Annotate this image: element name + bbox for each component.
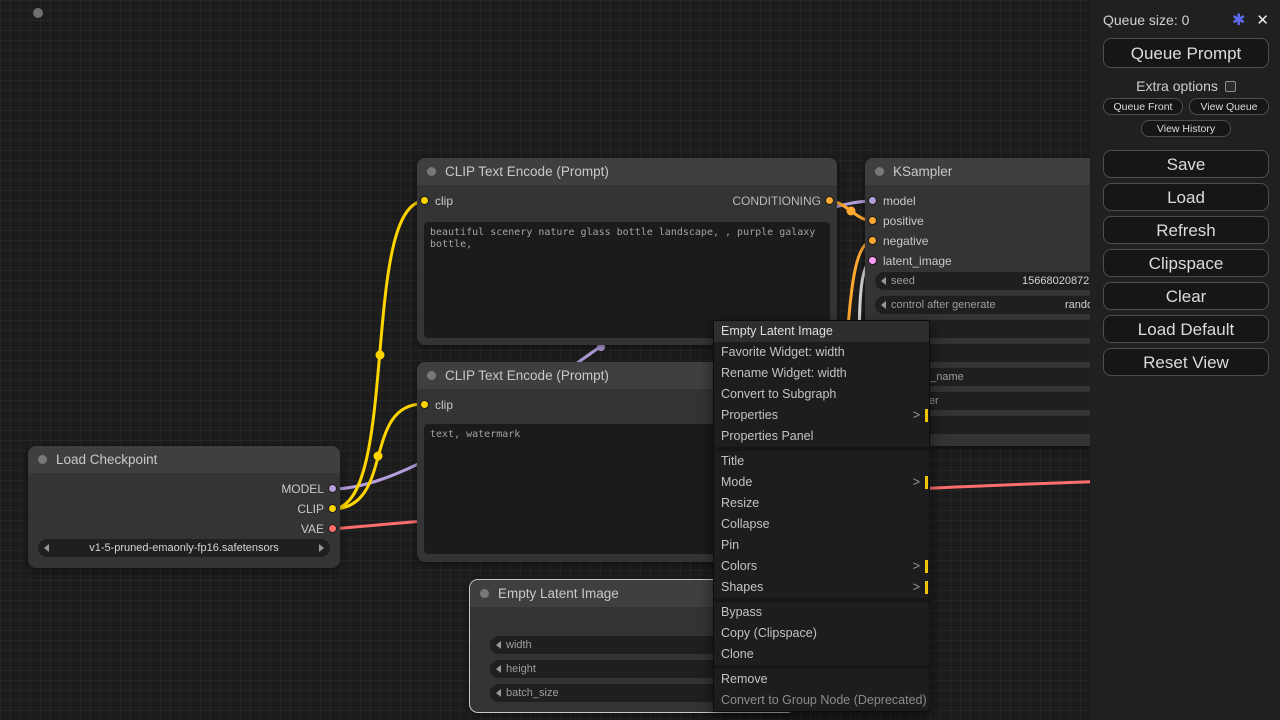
input-port-clip[interactable] bbox=[420, 400, 429, 409]
queue-panel: Queue size: 0 ✱ ✕ Queue Prompt Extra opt… bbox=[1090, 0, 1280, 720]
node-load-checkpoint[interactable]: Load Checkpoint MODEL CLIP VAE v1-5-prun… bbox=[28, 446, 340, 568]
context-menu-item-bypass[interactable]: Bypass bbox=[714, 602, 929, 623]
context-menu-item-properties[interactable]: Properties> bbox=[714, 405, 929, 426]
decrement-icon[interactable] bbox=[496, 641, 501, 649]
collapsed-node-dot[interactable] bbox=[33, 8, 43, 18]
submenu-marker bbox=[925, 581, 928, 594]
context-menu-item-collapse[interactable]: Collapse bbox=[714, 514, 929, 535]
output-label-conditioning: CONDITIONING bbox=[732, 193, 821, 209]
extra-options-label: Extra options bbox=[1136, 78, 1218, 94]
decrement-icon[interactable] bbox=[881, 301, 886, 309]
output-label-model: MODEL bbox=[281, 481, 324, 497]
submenu-arrow-icon: > bbox=[913, 472, 920, 493]
submenu-marker bbox=[925, 476, 928, 489]
node-status-dot bbox=[480, 589, 489, 598]
submenu-arrow-icon: > bbox=[913, 405, 920, 426]
node-context-menu: Empty Latent Image Favorite Widget: widt… bbox=[713, 320, 930, 712]
input-label-model: model bbox=[883, 193, 916, 209]
decrement-icon[interactable] bbox=[881, 277, 886, 285]
extra-options-checkbox[interactable] bbox=[1225, 81, 1236, 92]
input-port-positive[interactable] bbox=[868, 216, 877, 225]
context-menu-item-resize[interactable]: Resize bbox=[714, 493, 929, 514]
link-dot-cond bbox=[847, 207, 856, 216]
decrement-icon[interactable] bbox=[496, 665, 501, 673]
widget-label: height bbox=[506, 663, 536, 675]
output-label-vae: VAE bbox=[301, 521, 324, 537]
close-icon[interactable]: ✕ bbox=[1256, 11, 1269, 29]
view-queue-button[interactable]: View Queue bbox=[1189, 98, 1269, 115]
input-port-model[interactable] bbox=[868, 196, 877, 205]
node-status-dot bbox=[427, 167, 436, 176]
queue-size-label: Queue size: 0 bbox=[1103, 12, 1232, 28]
input-label-negative: negative bbox=[883, 233, 928, 249]
node-title: KSampler bbox=[893, 164, 952, 179]
input-label-latent-image: latent_image bbox=[883, 253, 952, 269]
context-menu-item-pin[interactable]: Pin bbox=[714, 535, 929, 556]
load-default-button[interactable]: Load Default bbox=[1103, 315, 1269, 343]
view-history-button[interactable]: View History bbox=[1141, 120, 1231, 137]
input-label-clip: clip bbox=[435, 397, 453, 413]
queue-front-button[interactable]: Queue Front bbox=[1103, 98, 1183, 115]
context-menu-item-convert-to-group-node[interactable]: Convert to Group Node (Deprecated) bbox=[714, 690, 929, 711]
context-menu-item-favorite-widget[interactable]: Favorite Widget: width bbox=[714, 342, 929, 363]
reset-view-button[interactable]: Reset View bbox=[1103, 348, 1269, 376]
queue-prompt-button[interactable]: Queue Prompt bbox=[1103, 38, 1269, 68]
context-menu-item-rename-widget[interactable]: Rename Widget: width bbox=[714, 363, 929, 384]
input-label-positive: positive bbox=[883, 213, 924, 229]
node-status-dot bbox=[875, 167, 884, 176]
output-port-vae[interactable] bbox=[328, 524, 337, 533]
ckpt-name-combo[interactable]: v1-5-pruned-emaonly-fp16.safetensors bbox=[38, 539, 330, 557]
node-title: CLIP Text Encode (Prompt) bbox=[445, 164, 609, 179]
save-button[interactable]: Save bbox=[1103, 150, 1269, 178]
node-clip-text-encode-positive[interactable]: CLIP Text Encode (Prompt) clip CONDITION… bbox=[417, 158, 837, 345]
input-port-latent-image[interactable] bbox=[868, 256, 877, 265]
node-title: Empty Latent Image bbox=[498, 586, 619, 601]
clear-button[interactable]: Clear bbox=[1103, 282, 1269, 310]
context-menu-item-remove[interactable]: Remove bbox=[714, 669, 929, 690]
input-port-negative[interactable] bbox=[868, 236, 877, 245]
context-menu-item-clone[interactable]: Clone bbox=[714, 644, 929, 665]
widget-label: width bbox=[506, 639, 532, 651]
decrement-icon[interactable] bbox=[496, 689, 501, 697]
context-menu-title: Empty Latent Image bbox=[714, 321, 929, 342]
context-menu-item-shapes[interactable]: Shapes> bbox=[714, 577, 929, 598]
context-menu-item-colors[interactable]: Colors> bbox=[714, 556, 929, 577]
context-menu-item-copy-clipspace[interactable]: Copy (Clipspace) bbox=[714, 623, 929, 644]
node-header[interactable]: CLIP Text Encode (Prompt) bbox=[417, 158, 837, 185]
submenu-arrow-icon: > bbox=[913, 556, 920, 577]
output-port-conditioning[interactable] bbox=[825, 196, 834, 205]
ckpt-name-value: v1-5-pruned-emaonly-fp16.safetensors bbox=[38, 542, 330, 554]
load-button[interactable]: Load bbox=[1103, 183, 1269, 211]
refresh-button[interactable]: Refresh bbox=[1103, 216, 1269, 244]
node-header[interactable]: Load Checkpoint bbox=[28, 446, 340, 473]
context-menu-item-convert-to-subgraph[interactable]: Convert to Subgraph bbox=[714, 384, 929, 405]
input-label-clip: clip bbox=[435, 193, 453, 209]
output-label-clip: CLIP bbox=[297, 501, 324, 517]
combo-next-icon[interactable] bbox=[319, 544, 324, 552]
submenu-marker bbox=[925, 409, 928, 422]
widget-label: batch_size bbox=[506, 687, 559, 699]
output-port-model[interactable] bbox=[328, 484, 337, 493]
link-dot-clip-2 bbox=[374, 452, 383, 461]
output-port-clip[interactable] bbox=[328, 504, 337, 513]
node-title: Load Checkpoint bbox=[56, 452, 157, 467]
node-title: CLIP Text Encode (Prompt) bbox=[445, 368, 609, 383]
combo-prev-icon[interactable] bbox=[44, 544, 49, 552]
context-menu-item-mode[interactable]: Mode> bbox=[714, 472, 929, 493]
input-port-clip[interactable] bbox=[420, 196, 429, 205]
context-menu-item-title[interactable]: Title bbox=[714, 451, 929, 472]
clipspace-button[interactable]: Clipspace bbox=[1103, 249, 1269, 277]
settings-gear-icon[interactable]: ✱ bbox=[1232, 10, 1245, 30]
context-menu-item-properties-panel[interactable]: Properties Panel bbox=[714, 426, 929, 447]
widget-label: seed bbox=[891, 275, 915, 287]
node-status-dot bbox=[427, 371, 436, 380]
widget-label: control after generate bbox=[891, 299, 996, 311]
node-status-dot bbox=[38, 455, 47, 464]
link-dot-clip-1 bbox=[376, 351, 385, 360]
widget-value: 15668020872 bbox=[1022, 275, 1089, 287]
submenu-arrow-icon: > bbox=[913, 577, 920, 598]
submenu-marker bbox=[925, 560, 928, 573]
